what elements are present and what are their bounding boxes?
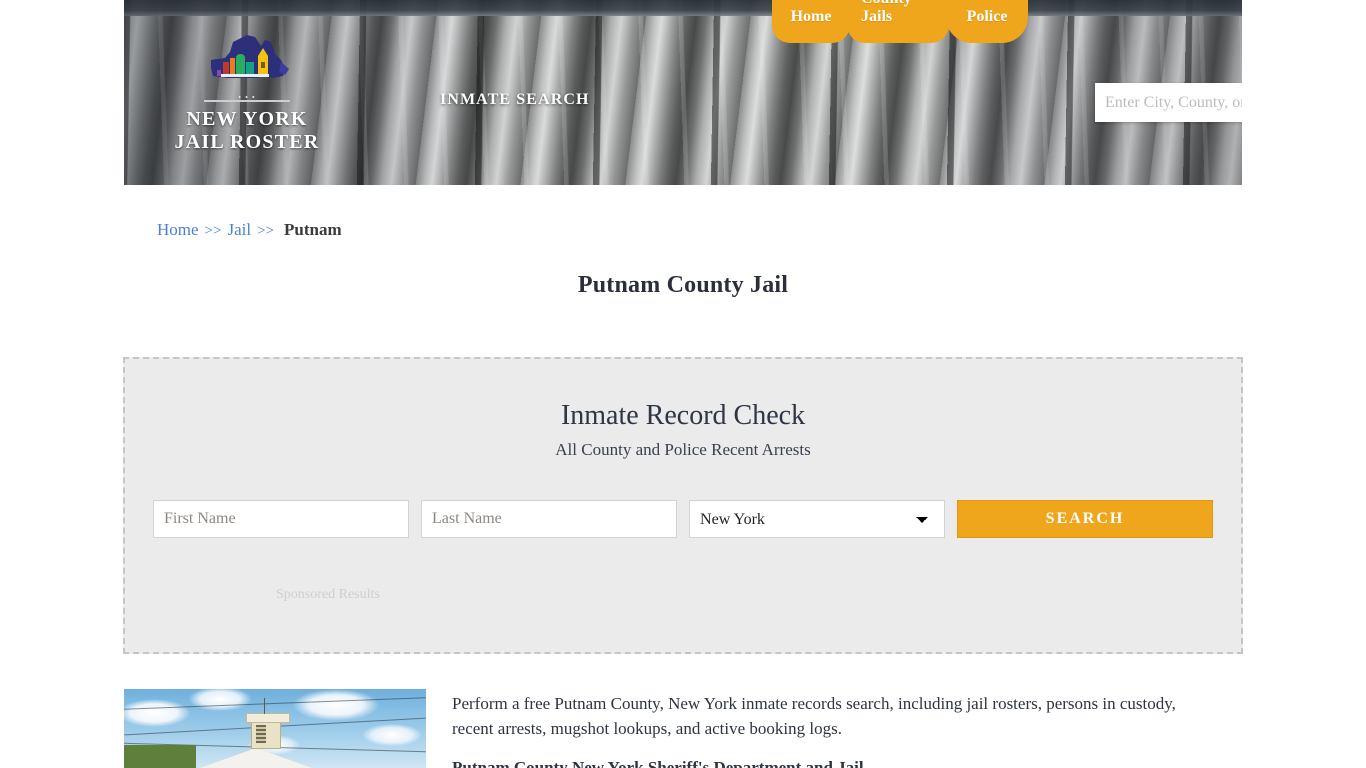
inmate-record-check-panel: Inmate Record Check All County and Polic… (123, 357, 1243, 654)
first-name-input[interactable] (153, 500, 410, 538)
photo-building-roof (200, 748, 312, 768)
nav-item-county-jails[interactable]: County Jails (847, 0, 949, 43)
main-navigation: Home County Jails Police (772, 0, 1028, 43)
breadcrumb-current: Putnam (284, 220, 342, 239)
breadcrumb-separator-2: >> (257, 223, 274, 239)
site-logo[interactable]: NEW YORK JAIL ROSTER (155, 32, 339, 154)
nav-item-police-label: Police (966, 8, 1008, 25)
logo-divider (204, 100, 290, 102)
county-jail-photo (124, 689, 426, 768)
photo-tree (124, 745, 196, 768)
inmate-search-form: New York SEARCH (153, 500, 1213, 538)
panel-subtitle: All County and Police Recent Arrests (555, 440, 811, 459)
nav-item-county-jails-label: County Jails (861, 0, 912, 25)
header-search-input[interactable] (1095, 83, 1242, 122)
last-name-input[interactable] (421, 500, 678, 538)
sponsored-results-label: Sponsored Results (276, 587, 380, 602)
nav-item-home-label: Home (790, 8, 832, 25)
breadcrumb: Home >> Jail >> Putnam (157, 220, 342, 240)
breadcrumb-link-home[interactable]: Home (157, 220, 199, 239)
logo-line-1: NEW YORK (186, 108, 308, 130)
header-search-box (1095, 83, 1242, 122)
breadcrumb-link-jail[interactable]: Jail (227, 220, 251, 239)
photo-cupola-louvre (256, 725, 266, 743)
search-button[interactable]: SEARCH (957, 500, 1213, 538)
nav-item-police[interactable]: Police (946, 0, 1028, 43)
logo-line-2: JAIL ROSTER (174, 131, 320, 153)
page-title: Putnam County Jail (577, 272, 789, 298)
nav-item-home[interactable]: Home (772, 0, 850, 43)
breadcrumb-separator-1: >> (204, 223, 222, 239)
panel-title: Inmate Record Check (560, 400, 806, 431)
page-root: NEW YORK JAIL ROSTER INMATE SEARCH Home … (0, 0, 1366, 768)
state-select[interactable]: New York (689, 500, 946, 538)
new-york-state-outline-icon (203, 32, 291, 94)
intro-paragraph: Perform a free Putnam County, New York i… (452, 694, 1176, 738)
site-header: NEW YORK JAIL ROSTER INMATE SEARCH Home … (124, 0, 1242, 185)
site-tagline: INMATE SEARCH (440, 91, 590, 108)
section-heading: Putnam County New York Sheriff's Departm… (452, 758, 864, 768)
